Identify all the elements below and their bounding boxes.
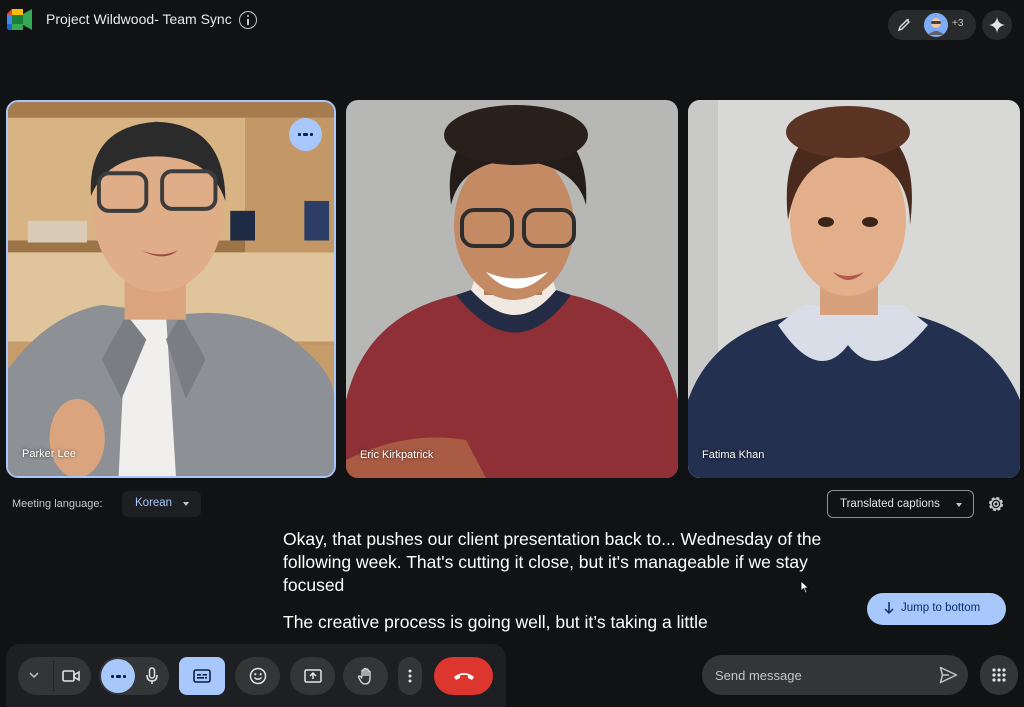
arrow-down-icon [884,602,894,615]
end-call-button[interactable] [434,657,493,695]
dropdown-caret-icon [956,503,962,507]
info-icon[interactable] [239,11,257,29]
extra-participants-count: +3 [952,18,964,29]
participant-video [8,102,334,476]
captions-mode-select[interactable]: Translated captions [827,490,974,518]
chat-input-container [702,655,968,695]
google-meet-logo [7,9,32,30]
jump-to-bottom-label: Jump to bottom [901,602,981,614]
participant-name: Parker Lee [22,448,76,460]
jump-to-bottom-button[interactable]: Jump to bottom [867,593,1006,625]
raise-hand-button[interactable] [343,657,388,695]
participant-avatar [924,13,948,37]
camera-icon[interactable] [62,668,80,684]
chevron-down-icon[interactable] [28,669,40,681]
meeting-language-select[interactable]: Korean [122,491,201,517]
top-bar: Project Wildwood- Team Sync +3 [0,0,1024,40]
participant-tile-parker-lee[interactable]: Parker Lee [6,100,336,478]
participant-tile-eric-kirkpatrick[interactable]: Eric Kirkpatrick [346,100,678,478]
mic-control-group[interactable] [99,657,169,695]
call-controls-bar [6,644,506,707]
closed-captions-button[interactable] [179,657,225,695]
meeting-title: Project Wildwood- Team Sync [46,11,232,27]
closed-captions-icon [193,669,211,683]
apps-grid-icon [992,668,1006,682]
present-icon [303,669,322,683]
participant-video [688,100,1020,478]
present-screen-button[interactable] [290,657,335,695]
top-right-actions: +3 [888,10,1016,40]
participants-pill[interactable]: +3 [888,10,976,40]
emoji-icon [249,667,266,685]
participant-name: Fatima Khan [702,449,765,461]
participant-tile-fatima-khan[interactable]: Fatima Khan [688,100,1020,478]
more-options-button[interactable] [398,657,422,695]
meeting-language-value: Korean [135,497,173,509]
dropdown-caret-icon [183,502,189,506]
caption-text: Okay, that pushes our client presentatio… [283,529,822,595]
raise-hand-icon [357,667,371,685]
meeting-language-label: Meeting language: [12,498,103,510]
mouse-cursor-icon [800,580,810,594]
divider [53,661,54,691]
speaking-indicator[interactable] [289,118,322,151]
gear-icon[interactable] [986,494,1006,514]
spark-icon[interactable] [982,10,1012,40]
emoji-reactions-button[interactable] [235,657,280,695]
apps-grid-button[interactable] [980,655,1018,695]
mic-icon[interactable] [145,667,159,685]
more-vert-icon [408,669,412,683]
captions-mode-value: Translated captions [840,498,940,510]
send-icon[interactable] [939,666,958,684]
send-message-input[interactable] [702,655,928,695]
participant-video [346,100,678,478]
pen-icon[interactable] [894,15,914,35]
end-call-icon [453,673,474,680]
camera-control-group[interactable] [18,657,91,695]
caption-text: The creative process is going well, but … [283,612,708,632]
audio-level-indicator [101,659,135,693]
participant-name: Eric Kirkpatrick [360,449,434,461]
